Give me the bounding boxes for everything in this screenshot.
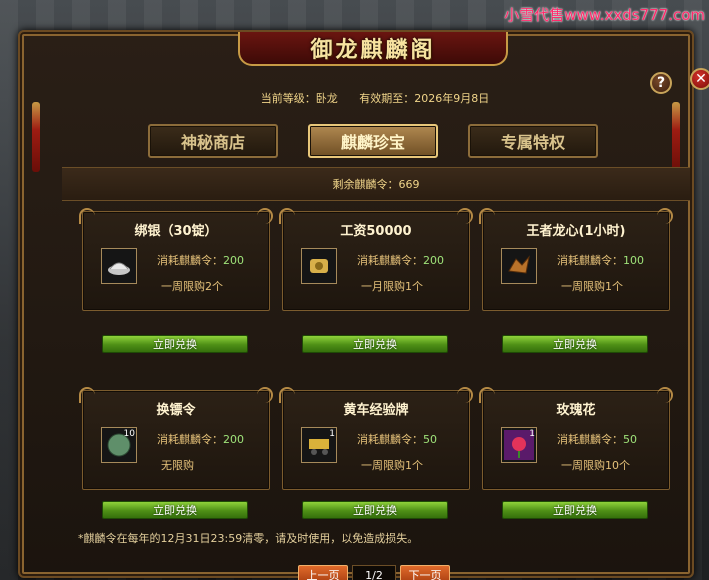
item-cost-line: 消耗麒麟令：100 bbox=[557, 254, 644, 267]
item-limit: 一周限购1个 bbox=[361, 459, 423, 472]
title-plaque: 御龙麒麟阁 bbox=[238, 32, 508, 66]
reset-notice: *麒麟令在每年的12月31日23:59清零，请及时使用，以免造成损失。 bbox=[78, 532, 419, 545]
item-name: 玫瑰花 bbox=[556, 403, 596, 418]
silver-ingot-icon[interactable] bbox=[101, 248, 137, 284]
item-name: 绑银（30锭） bbox=[134, 224, 218, 239]
item-cost-line: 消耗麒麟令：200 bbox=[357, 254, 444, 267]
item-name: 王者龙心(1小时) bbox=[526, 224, 626, 239]
tab-bar: 神秘商店 麒麟珍宝 专属特权 bbox=[148, 124, 598, 158]
item-card: 王者龙心(1小时) 消耗麒麟令：100 一周限购1个 bbox=[479, 208, 673, 311]
item-name: 换镖令 bbox=[156, 403, 196, 418]
escort-token-icon[interactable]: 10 bbox=[101, 427, 137, 463]
item-grid: 绑银（30锭） 消耗麒麟令：200 一周限购2个 工资50000 消耗麒麟令：2… bbox=[79, 208, 673, 521]
item-card: 绑银（30锭） 消耗麒麟令：200 一周限购2个 bbox=[79, 208, 273, 311]
page-indicator: 1/2 bbox=[352, 565, 396, 580]
item-name: 黄车经验牌 bbox=[343, 403, 409, 418]
item-cost-line: 消耗麒麟令：50 bbox=[357, 433, 437, 446]
item-limit: 一周限购10个 bbox=[561, 459, 630, 472]
exchange-button[interactable]: 立即兑换 bbox=[502, 335, 648, 353]
rose-icon[interactable]: 1 bbox=[501, 427, 537, 463]
item-quantity: 10 bbox=[123, 429, 135, 439]
current-level-label: 当前等级：卧龙 bbox=[260, 92, 338, 105]
exchange-button[interactable]: 立即兑换 bbox=[302, 501, 448, 519]
item-cost-line: 消耗麒麟令：50 bbox=[557, 433, 637, 446]
item-card: 工资50000 消耗麒麟令：200 一月限购1个 bbox=[279, 208, 473, 311]
item-limit: 一月限购1个 bbox=[361, 280, 423, 293]
qilin-pavilion-window: 御龙麒麟阁 当前等级：卧龙 有效期至：2026年9月8日 神秘商店 麒麟珍宝 专… bbox=[18, 30, 709, 580]
close-icon[interactable]: ✕ bbox=[690, 68, 709, 90]
left-tassel bbox=[32, 102, 40, 172]
next-page-button[interactable]: 下一页 bbox=[400, 565, 450, 580]
item-limit: 一周限购1个 bbox=[561, 280, 623, 293]
salary-scroll-icon[interactable] bbox=[301, 248, 337, 284]
prev-page-button[interactable]: 上一页 bbox=[298, 565, 348, 580]
tab-exclusive-privilege[interactable]: 专属特权 bbox=[468, 124, 598, 158]
item-name: 工资50000 bbox=[340, 224, 412, 239]
pagination: 上一页 1/2 下一页 bbox=[298, 565, 450, 580]
window-content: 当前等级：卧龙 有效期至：2026年9月8日 神秘商店 麒麟珍宝 专属特权 剩余… bbox=[60, 77, 690, 580]
item-quantity: 1 bbox=[329, 429, 335, 439]
exchange-button[interactable]: 立即兑换 bbox=[502, 501, 648, 519]
status-line: 当前等级：卧龙 有效期至：2026年9月8日 bbox=[60, 90, 690, 106]
item-cost-line: 消耗麒麟令：200 bbox=[157, 433, 244, 446]
item-cost-line: 消耗麒麟令：200 bbox=[157, 254, 244, 267]
tab-mystery-shop[interactable]: 神秘商店 bbox=[148, 124, 278, 158]
remaining-tokens-bar: 剩余麒麟令：669 bbox=[62, 167, 690, 201]
item-limit: 一周限购2个 bbox=[161, 280, 223, 293]
exchange-button[interactable]: 立即兑换 bbox=[102, 335, 248, 353]
tab-qilin-treasure[interactable]: 麒麟珍宝 bbox=[308, 124, 438, 158]
dragon-heart-icon[interactable] bbox=[501, 248, 537, 284]
item-card: 玫瑰花 1 消耗麒麟令：50 一周限购10个 bbox=[479, 387, 673, 490]
remaining-tokens-label: 剩余麒麟令：669 bbox=[332, 178, 420, 191]
exchange-button[interactable]: 立即兑换 bbox=[302, 335, 448, 353]
yellow-cart-exp-icon[interactable]: 1 bbox=[301, 427, 337, 463]
expiry-date-label: 有效期至：2026年9月8日 bbox=[359, 92, 490, 105]
exchange-button[interactable]: 立即兑换 bbox=[102, 501, 248, 519]
item-limit: 无限购 bbox=[161, 459, 194, 472]
window-title: 御龙麒麟阁 bbox=[310, 37, 436, 63]
item-card: 黄车经验牌 1 消耗麒麟令：50 一周限购1个 bbox=[279, 387, 473, 490]
help-icon[interactable]: ? bbox=[650, 72, 672, 94]
item-card: 换镖令 10 消耗麒麟令：200 无限购 bbox=[79, 387, 273, 490]
item-quantity: 1 bbox=[529, 429, 535, 439]
watermark-text: 小雪代售www.xxds777.com bbox=[504, 6, 705, 24]
